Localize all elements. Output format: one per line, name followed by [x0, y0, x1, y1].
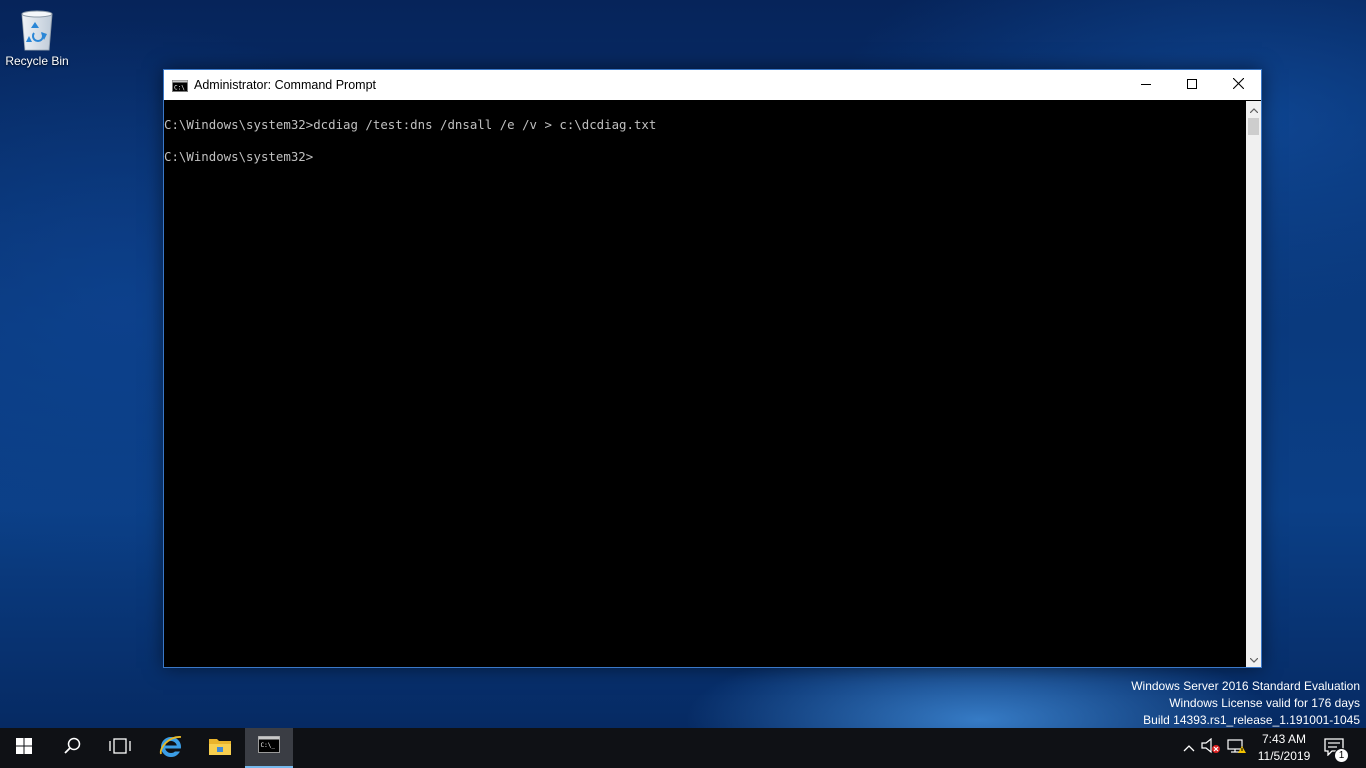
command-prompt-icon: C:\_ [258, 736, 280, 758]
chevron-up-icon [1249, 100, 1258, 118]
watermark-build: Build 14393.rs1_release_1.191001-1045 [1143, 713, 1360, 727]
recycle-bin-shortcut[interactable]: Recycle Bin [2, 6, 72, 76]
chevron-down-icon [1249, 650, 1258, 668]
window-title: Administrator: Command Prompt [194, 78, 377, 92]
console-output[interactable]: C:\Windows\system32>dcdiag /test:dns /dn… [164, 101, 1245, 667]
taskbar: C:\_ 7:43 AM 11/5/2019 1 [0, 728, 1366, 768]
recycle-bin-icon [17, 6, 57, 52]
minimize-icon [1141, 76, 1151, 94]
clock-date: 11/5/2019 [1257, 749, 1311, 763]
action-center-button[interactable]: 1 [1324, 738, 1349, 763]
recycle-bin-label: Recycle Bin [5, 54, 69, 68]
close-icon [1232, 76, 1244, 94]
start-button[interactable] [0, 728, 48, 768]
console-line: C:\Windows\system32>dcdiag /test:dns /dn… [164, 117, 657, 132]
chevron-up-icon [1183, 739, 1195, 757]
file-explorer-icon [208, 736, 232, 761]
internet-explorer-button[interactable] [147, 728, 195, 768]
watermark-edition: Windows Server 2016 Standard Evaluation [1131, 679, 1360, 693]
start-icon [16, 737, 32, 759]
window-titlebar[interactable]: C:\ Administrator: Command Prompt [164, 70, 1261, 100]
clock-time: 7:43 AM [1261, 732, 1307, 746]
scroll-down-button[interactable] [1246, 651, 1261, 667]
taskbar-clock[interactable]: 7:43 AM 11/5/2019 [1254, 731, 1314, 765]
search-icon [63, 737, 81, 759]
command-prompt-taskbar-button[interactable]: C:\_ [245, 728, 293, 768]
network-warning-icon [1227, 738, 1247, 759]
close-button[interactable] [1215, 70, 1261, 100]
svg-text:C:\_: C:\_ [261, 742, 276, 749]
vertical-scrollbar[interactable] [1246, 101, 1261, 667]
desktop: Recycle Bin C:\ Administrator: Command P… [0, 0, 1366, 728]
network-button[interactable] [1227, 738, 1247, 759]
internet-explorer-icon [159, 734, 183, 763]
speaker-muted-icon [1201, 737, 1221, 759]
watermark-license: Windows License valid for 176 days [1169, 696, 1360, 710]
os-watermark: Windows Server 2016 Standard Evaluation … [1131, 678, 1360, 728]
console-prompt-line: C:\Windows\system32> [164, 149, 314, 164]
minimize-button[interactable] [1123, 70, 1169, 100]
command-prompt-window[interactable]: C:\ Administrator: Command Prompt C:\Win… [163, 69, 1262, 668]
maximize-icon [1187, 76, 1197, 94]
volume-button[interactable] [1201, 737, 1221, 759]
notification-count-badge: 1 [1334, 748, 1349, 763]
scroll-up-button[interactable] [1246, 101, 1261, 117]
svg-text:C:\: C:\ [174, 85, 185, 92]
scrollbar-thumb[interactable] [1248, 118, 1259, 135]
task-view-icon [109, 737, 131, 759]
file-explorer-button[interactable] [196, 728, 244, 768]
search-button[interactable] [48, 728, 96, 768]
maximize-button[interactable] [1169, 70, 1215, 100]
task-view-button[interactable] [96, 728, 144, 768]
show-hidden-icons-button[interactable] [1180, 740, 1198, 756]
cmd-icon: C:\ [172, 79, 188, 92]
